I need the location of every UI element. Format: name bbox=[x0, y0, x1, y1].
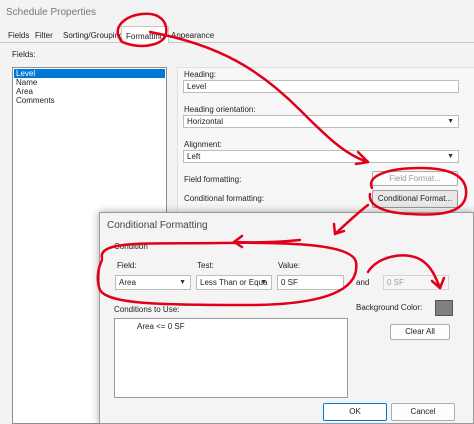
conditional-format-button[interactable]: Conditional Format... bbox=[372, 190, 458, 208]
background-color-swatch[interactable] bbox=[435, 300, 453, 316]
tab-appearance[interactable]: Appearance bbox=[171, 31, 214, 40]
conditional-formatting-label: Conditional formatting: bbox=[184, 194, 265, 203]
tab-bar-divider bbox=[0, 42, 474, 43]
list-item-comments[interactable]: Comments bbox=[14, 96, 165, 105]
heading-orientation-select[interactable]: Horizontal ▼ bbox=[183, 115, 459, 128]
list-item-name[interactable]: Name bbox=[14, 78, 165, 87]
background-color-label: Background Color: bbox=[356, 303, 423, 312]
heading-input[interactable]: Level bbox=[183, 80, 459, 93]
test-label: Test: bbox=[197, 261, 214, 270]
fields-label: Fields: bbox=[12, 50, 36, 59]
conditions-list[interactable]: Area <= 0 SF bbox=[114, 318, 348, 398]
alignment-label: Alignment: bbox=[184, 140, 222, 149]
heading-orientation-value: Horizontal bbox=[187, 117, 224, 126]
conditions-to-use-label: Conditions to Use: bbox=[114, 305, 180, 314]
cancel-button[interactable]: Cancel bbox=[391, 403, 455, 421]
field-select[interactable]: Area ▼ bbox=[115, 275, 191, 290]
tab-fields[interactable]: Fields bbox=[8, 31, 29, 40]
field-select-value: Area bbox=[119, 278, 136, 287]
field-format-button[interactable]: Field Format... bbox=[372, 171, 458, 186]
alignment-select[interactable]: Left ▼ bbox=[183, 150, 459, 163]
chevron-down-icon: ▼ bbox=[179, 279, 186, 286]
and-label: and bbox=[356, 278, 370, 287]
test-select[interactable]: Less Than or Equa ▼ bbox=[196, 275, 272, 290]
tab-filter[interactable]: Filter bbox=[35, 31, 53, 40]
condition-group-label: Condition bbox=[114, 242, 148, 251]
and-value-input[interactable]: 0 SF bbox=[383, 275, 449, 290]
list-item[interactable]: Area <= 0 SF bbox=[137, 322, 185, 331]
list-item-area[interactable]: Area bbox=[14, 87, 165, 96]
alignment-value: Left bbox=[187, 152, 201, 161]
test-select-value: Less Than or Equa bbox=[200, 278, 268, 287]
tab-formatting[interactable]: Formatting bbox=[121, 26, 170, 43]
ok-button[interactable]: OK bbox=[323, 403, 387, 421]
field-label: Field: bbox=[117, 261, 137, 270]
value-input[interactable]: 0 SF bbox=[277, 275, 344, 290]
tab-sorting-grouping[interactable]: Sorting/Grouping bbox=[63, 31, 123, 40]
dialog-title: Conditional Formatting bbox=[107, 220, 208, 231]
chevron-down-icon: ▼ bbox=[447, 118, 454, 125]
clear-all-button[interactable]: Clear All bbox=[390, 324, 450, 340]
value-label: Value: bbox=[278, 261, 301, 270]
conditional-formatting-dialog: Conditional Formatting Condition Field: … bbox=[99, 212, 474, 424]
chevron-down-icon: ▼ bbox=[260, 279, 267, 286]
list-item-level[interactable]: Level bbox=[14, 69, 165, 78]
heading-orientation-label: Heading orientation: bbox=[184, 105, 256, 114]
dialog-title: Schedule Properties bbox=[6, 7, 97, 18]
field-formatting-label: Field formatting: bbox=[184, 175, 242, 184]
heading-label: Heading: bbox=[184, 70, 217, 79]
chevron-down-icon: ▼ bbox=[447, 153, 454, 160]
